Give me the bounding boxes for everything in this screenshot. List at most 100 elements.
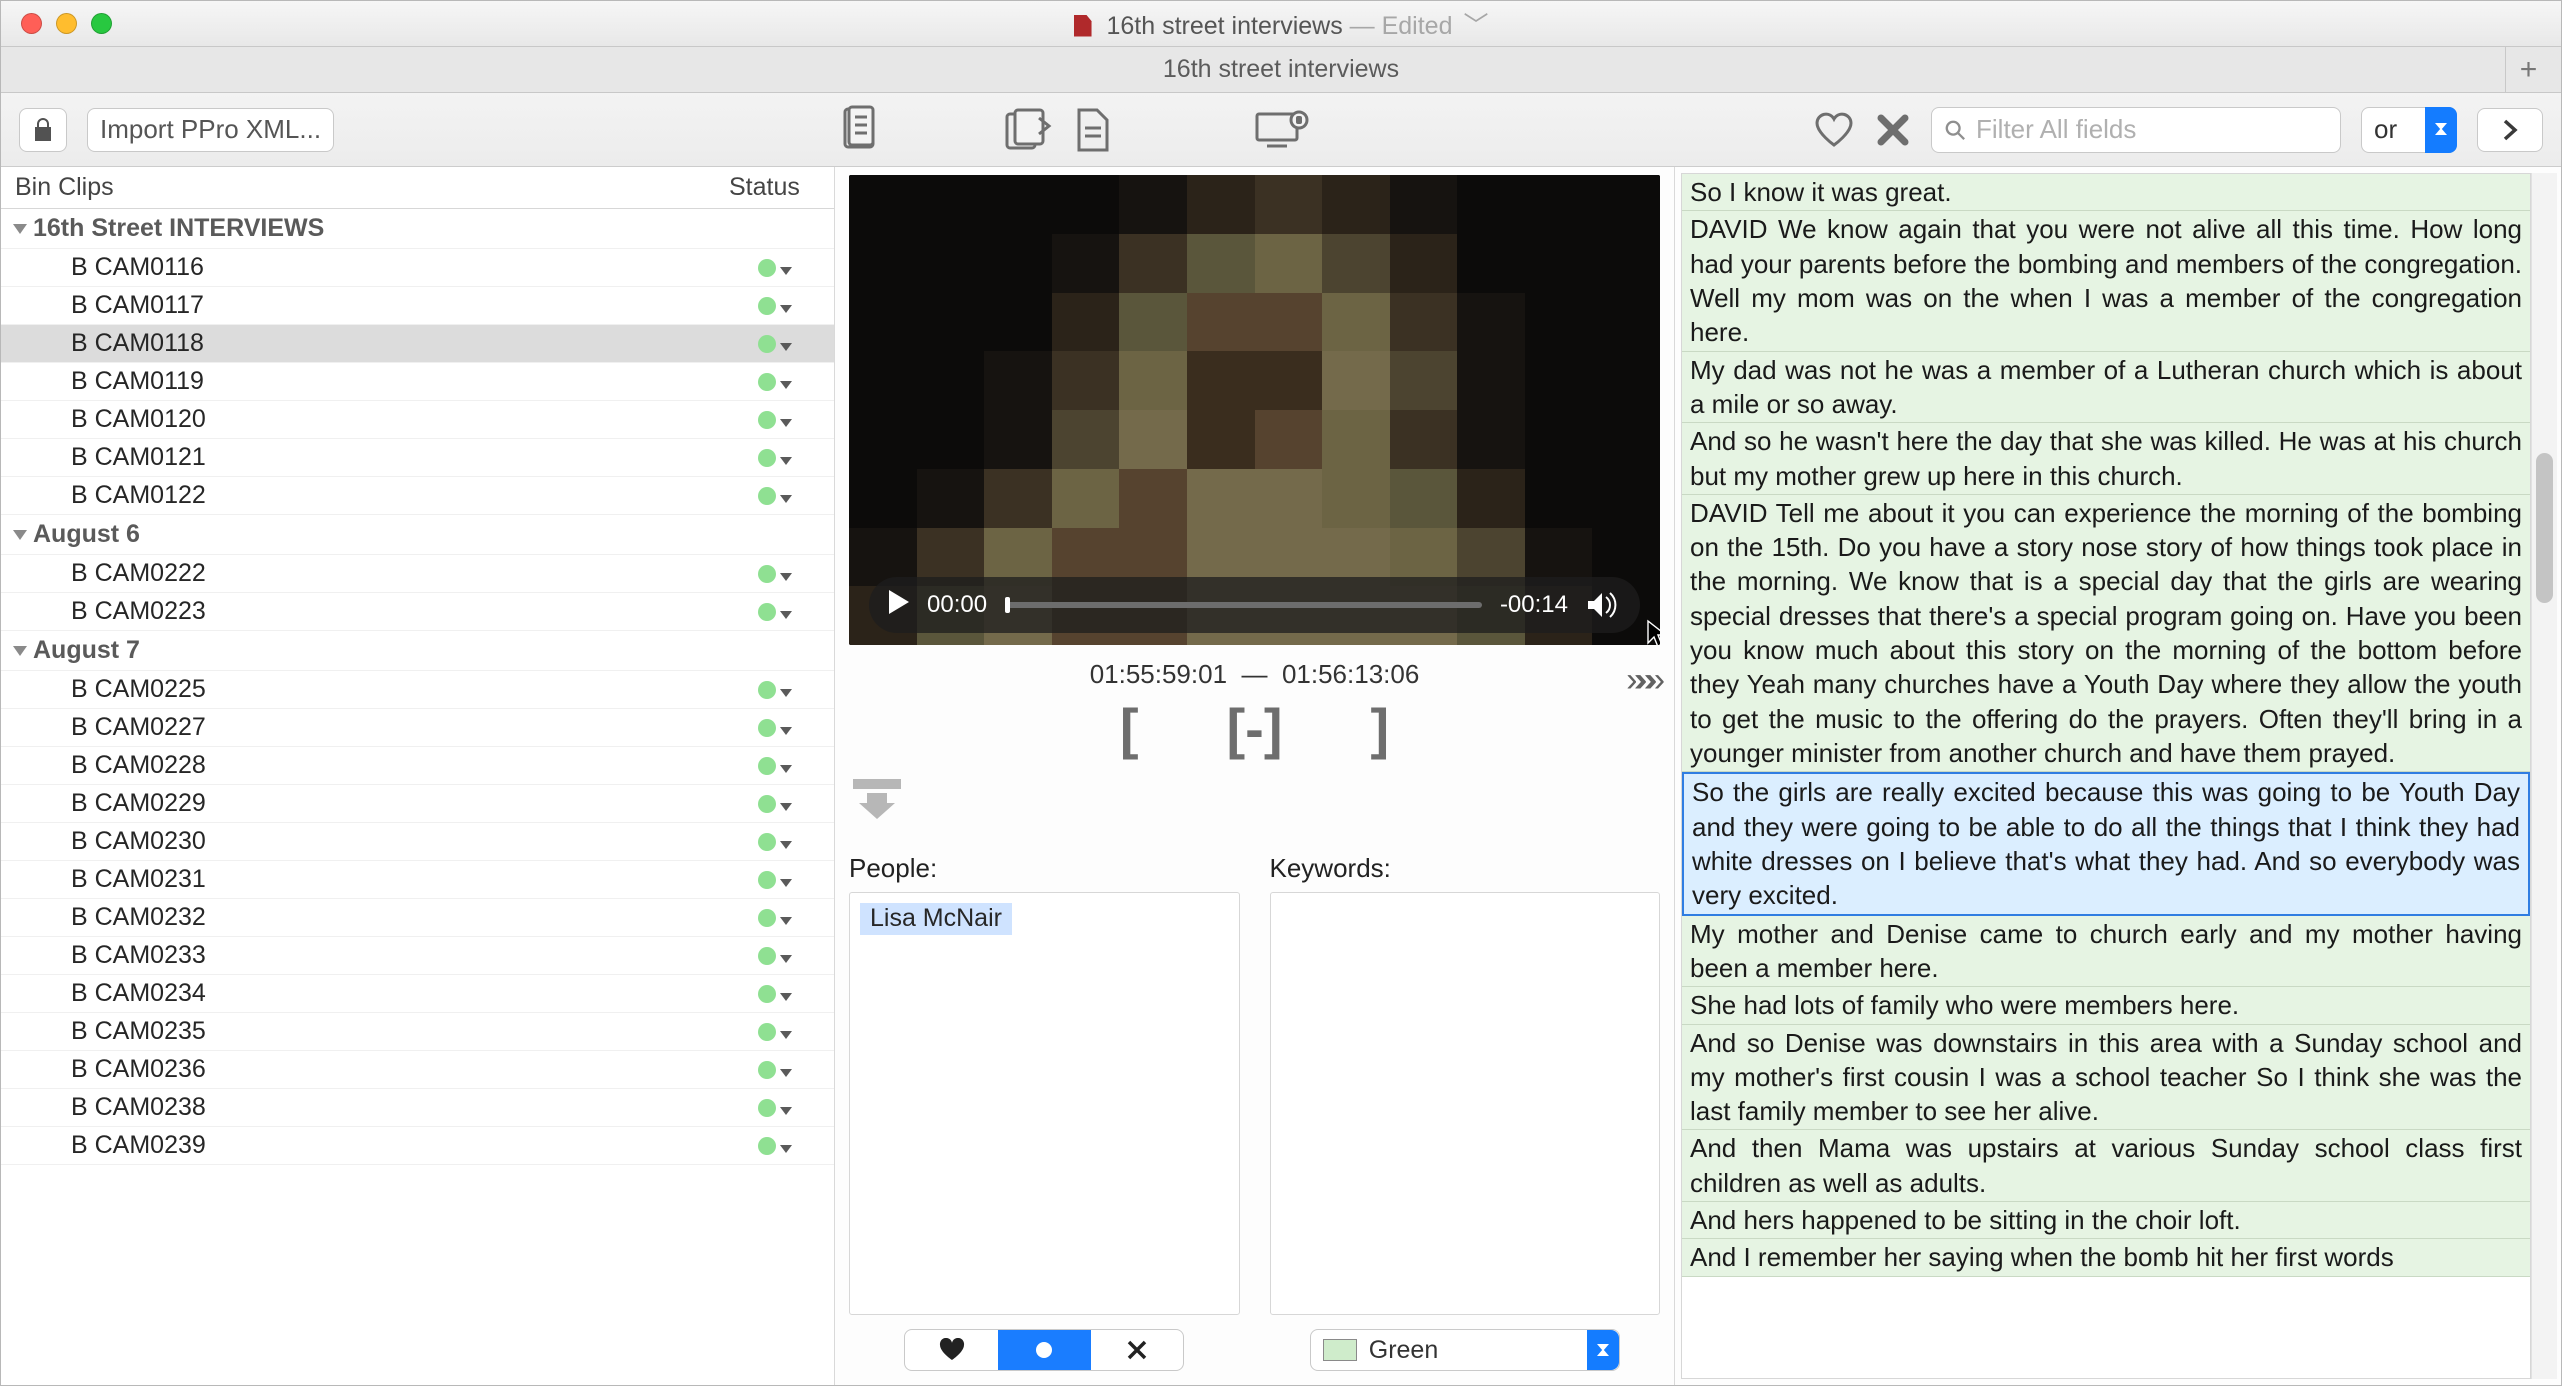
row-chevron-icon[interactable] (780, 1055, 792, 1084)
row-chevron-icon[interactable] (780, 789, 792, 818)
play-button[interactable] (889, 590, 909, 621)
scrollbar-thumb[interactable] (2536, 453, 2553, 603)
clip-row[interactable]: B CAM0239 (1, 1127, 834, 1165)
row-chevron-icon[interactable] (780, 1131, 792, 1160)
clip-row[interactable]: B CAM0122 (1, 477, 834, 515)
clip-row[interactable]: B CAM0222 (1, 555, 834, 593)
row-chevron-icon[interactable] (780, 675, 792, 704)
transcript-paragraph[interactable]: And so Denise was downstairs in this are… (1682, 1025, 2530, 1131)
row-chevron-icon[interactable] (780, 865, 792, 894)
volume-icon[interactable] (1586, 591, 1620, 619)
rating-neutral[interactable] (998, 1330, 1091, 1370)
row-chevron-icon[interactable] (780, 443, 792, 472)
transcript-paragraph[interactable]: She had lots of family who were members … (1682, 987, 2530, 1024)
rating-favorite[interactable] (905, 1330, 998, 1370)
search-input[interactable] (1931, 107, 2341, 153)
transcript-paragraph[interactable]: So the girls are really excited because … (1682, 772, 2530, 915)
clip-row[interactable]: B CAM0118 (1, 325, 834, 363)
import-button[interactable]: Import PPro XML... (87, 108, 334, 152)
transcript-paragraph[interactable]: DAVID We know again that you were not al… (1682, 211, 2530, 351)
transcript-paragraph[interactable]: And then Mama was upstairs at various Su… (1682, 1130, 2530, 1202)
transcript[interactable]: So I know it was great.DAVID We know aga… (1681, 173, 2531, 1379)
tab-active[interactable]: 16th street interviews (1, 55, 2561, 84)
clip-row[interactable]: B CAM0119 (1, 363, 834, 401)
keywords-field[interactable] (1270, 892, 1661, 1315)
row-chevron-icon[interactable] (780, 597, 792, 626)
scrollbar[interactable] (2531, 173, 2557, 1379)
row-chevron-icon[interactable] (780, 291, 792, 320)
lock-button[interactable] (19, 108, 67, 152)
clip-row[interactable]: B CAM0121 (1, 439, 834, 477)
clip-row[interactable]: B CAM0236 (1, 1051, 834, 1089)
copy-export-icon[interactable] (1003, 106, 1053, 154)
mark-clip-button[interactable]: [-] (1227, 696, 1283, 761)
video-preview[interactable]: 00:00 -00:14 (849, 175, 1660, 645)
mark-out-button[interactable]: ] (1370, 696, 1389, 761)
transcript-paragraph[interactable]: And so he wasn't here the day that she w… (1682, 423, 2530, 495)
color-select[interactable]: Green (1310, 1329, 1620, 1371)
transcript-paragraph[interactable]: And I remember her saying when the bomb … (1682, 1239, 2530, 1276)
row-chevron-icon[interactable] (780, 1093, 792, 1122)
clip-row[interactable]: B CAM0116 (1, 249, 834, 287)
clip-row[interactable]: B CAM0228 (1, 747, 834, 785)
scrub-bar[interactable] (1005, 602, 1482, 608)
transcript-paragraph[interactable]: My dad was not he was a member of a Luth… (1682, 352, 2530, 424)
row-chevron-icon[interactable] (780, 329, 792, 358)
person-tag[interactable]: Lisa McNair (860, 903, 1012, 935)
clip-row[interactable]: B CAM0233 (1, 937, 834, 975)
row-chevron-icon[interactable] (780, 827, 792, 856)
transcript-paragraph[interactable]: So I know it was great. (1682, 174, 2530, 211)
rating-reject[interactable] (1091, 1330, 1184, 1370)
scrub-knob[interactable] (1005, 597, 1010, 613)
clip-row[interactable]: B CAM0238 (1, 1089, 834, 1127)
new-tab-button[interactable]: + (2505, 47, 2551, 92)
row-chevron-icon[interactable] (780, 1017, 792, 1046)
transcript-paragraph[interactable]: My mother and Denise came to church earl… (1682, 916, 2530, 988)
clip-row[interactable]: B CAM0232 (1, 899, 834, 937)
keywords-label: Keywords: (1240, 853, 1661, 884)
row-chevron-icon[interactable] (780, 903, 792, 932)
row-chevron-icon[interactable] (780, 367, 792, 396)
clip-row[interactable]: B CAM0230 (1, 823, 834, 861)
clip-row[interactable]: B CAM0234 (1, 975, 834, 1013)
fast-forward-icon[interactable] (1626, 661, 1656, 700)
row-chevron-icon[interactable] (780, 751, 792, 780)
clip-group[interactable]: 16th Street INTERVIEWS (1, 209, 834, 249)
insert-down-icon[interactable] (849, 775, 1660, 823)
clip-row[interactable]: B CAM0223 (1, 593, 834, 631)
clip-row[interactable]: B CAM0227 (1, 709, 834, 747)
favorite-heart-icon[interactable] (1813, 111, 1855, 149)
clip-row[interactable]: B CAM0117 (1, 287, 834, 325)
clip-label: B CAM0120 (71, 405, 758, 434)
row-chevron-icon[interactable] (780, 405, 792, 434)
row-chevron-icon[interactable] (780, 941, 792, 970)
row-chevron-icon[interactable] (780, 253, 792, 282)
document-icon-btn[interactable] (1073, 106, 1113, 154)
row-chevron-icon[interactable] (780, 481, 792, 510)
search-field[interactable] (1976, 114, 2328, 145)
rating-segmented-control[interactable] (904, 1329, 1184, 1371)
title-chevron-icon[interactable]: ﹀ (1463, 12, 1488, 40)
clip-row[interactable]: B CAM0120 (1, 401, 834, 439)
reject-x-icon[interactable] (1875, 112, 1911, 148)
clip-tree[interactable]: 16th Street INTERVIEWSB CAM0116B CAM0117… (1, 209, 834, 1385)
transcript-paragraph[interactable]: DAVID Tell me about it you can experienc… (1682, 495, 2530, 773)
filter-logic-select[interactable]: or (2361, 107, 2457, 153)
next-button[interactable] (2477, 108, 2543, 152)
transcribe-icon[interactable] (1253, 108, 1309, 152)
clipboard-icon[interactable] (839, 105, 883, 155)
row-chevron-icon[interactable] (780, 559, 792, 588)
clip-row[interactable]: B CAM0229 (1, 785, 834, 823)
clip-row[interactable]: B CAM0235 (1, 1013, 834, 1051)
clip-row[interactable]: B CAM0225 (1, 671, 834, 709)
mark-in-button[interactable]: [ (1120, 696, 1139, 761)
video-controls: 00:00 -00:14 (869, 577, 1640, 633)
transcript-paragraph[interactable]: And hers happened to be sitting in the c… (1682, 1202, 2530, 1239)
clip-group[interactable]: August 6 (1, 515, 834, 555)
clip-label: B CAM0121 (71, 443, 758, 472)
row-chevron-icon[interactable] (780, 979, 792, 1008)
clip-group[interactable]: August 7 (1, 631, 834, 671)
clip-row[interactable]: B CAM0231 (1, 861, 834, 899)
row-chevron-icon[interactable] (780, 713, 792, 742)
people-field[interactable]: Lisa McNair (849, 892, 1240, 1315)
